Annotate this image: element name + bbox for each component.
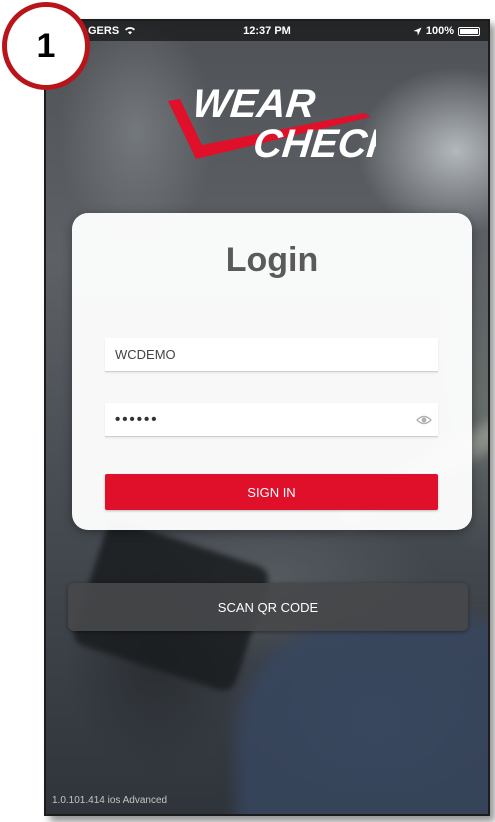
battery-fill bbox=[460, 28, 478, 34]
logo-word-2: CHECK bbox=[251, 122, 376, 163]
username-field[interactable] bbox=[105, 346, 407, 363]
battery-percent: 100% bbox=[425, 25, 454, 37]
logo-word-1: WEAR bbox=[190, 82, 317, 126]
status-bar: GERS 12:37 PM 100% bbox=[46, 21, 488, 41]
battery-icon bbox=[458, 26, 480, 36]
location-arrow-icon bbox=[413, 26, 422, 36]
password-field-container bbox=[105, 403, 438, 437]
page: GERS 12:37 PM 100% WEAR CHECK Login WCDE… bbox=[0, 0, 495, 822]
login-card: Login SIGN IN bbox=[72, 213, 472, 530]
eye-icon[interactable] bbox=[416, 412, 432, 428]
password-field[interactable] bbox=[105, 410, 407, 429]
wearcheck-logo: WEAR CHECK bbox=[168, 82, 376, 163]
status-right: 100% bbox=[413, 25, 480, 37]
version-label: 1.0.101.414 ios Advanced bbox=[52, 795, 168, 806]
step-number-badge: 1 bbox=[2, 2, 90, 90]
sign-in-button[interactable]: SIGN IN bbox=[105, 474, 438, 510]
username-field-container bbox=[105, 338, 438, 372]
login-title: Login bbox=[225, 241, 319, 279]
scan-qr-code-button[interactable]: SCAN QR CODE bbox=[68, 583, 468, 631]
phone-screen: GERS 12:37 PM 100% WEAR CHECK Login WCDE… bbox=[44, 19, 490, 816]
